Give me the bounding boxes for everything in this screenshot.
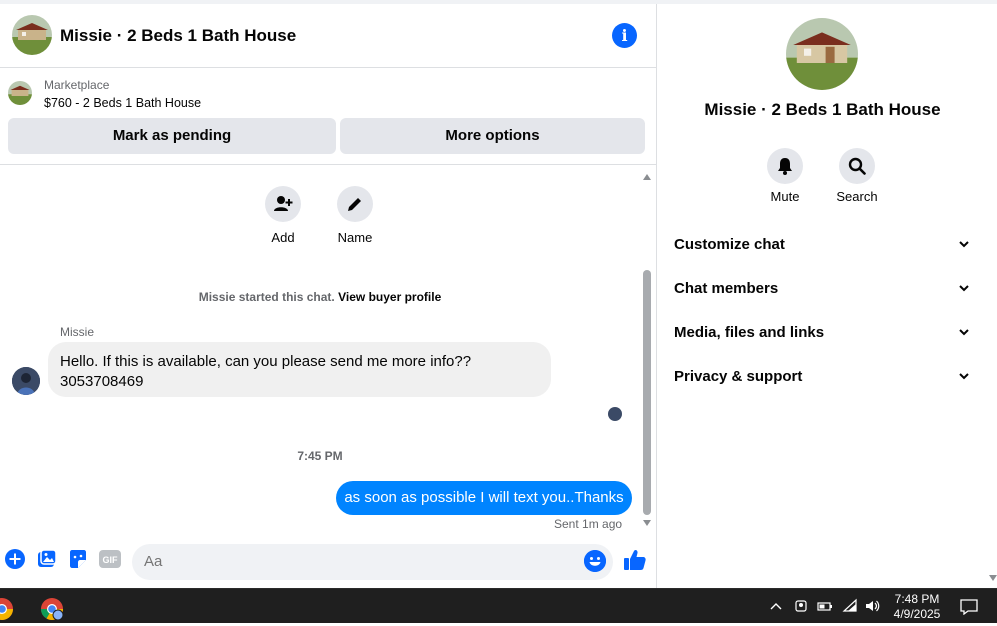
clock-time: 7:48 PM	[894, 592, 940, 606]
scroll-down-arrow[interactable]	[643, 520, 651, 526]
incoming-message-line1: Hello. If this is available, can you ple…	[60, 353, 472, 370]
chat-pane: Missie · 2 Beds 1 Bath House i Marketpla…	[0, 4, 657, 588]
clock-date: 4/9/2025	[893, 607, 941, 621]
media-files-links-section[interactable]: Media, files and links	[674, 311, 972, 355]
chat-started-notice: Missie started this chat. View buyer pro…	[0, 290, 640, 304]
add-people-button[interactable]	[265, 186, 301, 222]
chrome-icon[interactable]	[0, 597, 14, 621]
chrome-profile-icon[interactable]	[40, 597, 64, 621]
mute-button[interactable]: Mute	[755, 148, 815, 204]
chevron-down-icon	[959, 373, 969, 380]
chevron-down-icon	[959, 285, 969, 292]
photo-icon[interactable]	[36, 548, 58, 570]
chat-scrollbar-thumb[interactable]	[643, 270, 651, 515]
bell-icon	[778, 158, 792, 175]
search-button[interactable]: Search	[827, 148, 887, 204]
section-label: Chat members	[674, 280, 779, 297]
name-label: Name	[337, 230, 373, 245]
thumbs-up-icon[interactable]	[623, 548, 647, 572]
chevron-down-icon	[959, 241, 969, 248]
sender-name: Missie	[60, 325, 95, 339]
message-input[interactable]	[132, 544, 613, 580]
search-icon	[848, 157, 866, 175]
read-receipt-avatar	[608, 407, 622, 421]
listing-price-title[interactable]: $760 - 2 Beds 1 Bath House	[44, 96, 201, 110]
sender-avatar[interactable]	[12, 367, 40, 395]
add-person-icon	[274, 196, 293, 211]
notification-icon[interactable]	[960, 599, 978, 616]
info-avatar[interactable]	[786, 18, 858, 90]
emoji-icon[interactable]	[584, 550, 606, 572]
more-options-button[interactable]: More options	[340, 118, 645, 154]
listing-thumbnail[interactable]	[8, 81, 32, 105]
add-label: Add	[271, 230, 295, 245]
message-composer: GIF	[0, 540, 657, 584]
mute-label: Mute	[770, 189, 800, 204]
name-chat-button[interactable]	[337, 186, 373, 222]
plus-icon[interactable]	[4, 548, 26, 570]
chat-title[interactable]: Missie · 2 Beds 1 Bath House	[60, 26, 296, 46]
chat-avatar[interactable]	[12, 15, 52, 55]
chat-started-text: Missie started this chat.	[198, 290, 335, 304]
marketplace-label: Marketplace	[44, 78, 110, 92]
chat-header: Missie · 2 Beds 1 Bath House i	[0, 4, 657, 68]
chat-members-section[interactable]: Chat members	[674, 267, 972, 311]
info-icon[interactable]: i	[612, 23, 637, 48]
info-title: Missie · 2 Beds 1 Bath House	[704, 100, 941, 119]
battery-icon[interactable]	[817, 598, 833, 614]
page-scroll-down-arrow[interactable]	[989, 575, 997, 581]
chevron-down-icon	[959, 329, 969, 336]
sent-status: Sent 1m ago	[554, 517, 623, 531]
section-label: Media, files and links	[674, 324, 825, 341]
section-label: Customize chat	[674, 236, 785, 253]
scroll-up-arrow[interactable]	[643, 174, 651, 180]
gif-icon[interactable]: GIF	[99, 548, 121, 570]
incoming-message-line2: 3053708469	[60, 373, 144, 390]
wifi-icon[interactable]	[842, 598, 858, 614]
svg-text:GIF: GIF	[103, 555, 119, 565]
time-divider: 7:45 PM	[297, 449, 343, 463]
outgoing-message-bubble[interactable]: as soon as possible I will text you..Tha…	[336, 481, 632, 515]
privacy-support-section[interactable]: Privacy & support	[674, 355, 972, 399]
chat-info-pane: Missie · 2 Beds 1 Bath House Mute Search…	[658, 4, 997, 588]
incoming-message-bubble[interactable]: Hello. If this is available, can you ple…	[48, 342, 551, 397]
marketplace-listing: Marketplace $760 - 2 Beds 1 Bath House M…	[0, 69, 657, 165]
customize-chat-section[interactable]: Customize chat	[674, 223, 972, 267]
taskbar: 7:48 PM 4/9/2025	[0, 588, 997, 623]
meet-now-icon[interactable]	[793, 598, 809, 614]
sticker-icon[interactable]	[67, 548, 89, 570]
view-buyer-profile-link[interactable]: View buyer profile	[338, 290, 441, 304]
conversation-area: Add Name Missie started this chat. View …	[0, 166, 640, 532]
volume-icon[interactable]	[864, 598, 880, 614]
mark-as-pending-button[interactable]: Mark as pending	[8, 118, 336, 154]
system-clock[interactable]: 7:48 PM 4/9/2025	[884, 592, 950, 622]
pencil-icon	[348, 198, 361, 211]
search-label: Search	[836, 189, 878, 204]
chevron-up-icon[interactable]	[768, 598, 784, 614]
section-label: Privacy & support	[674, 368, 803, 385]
